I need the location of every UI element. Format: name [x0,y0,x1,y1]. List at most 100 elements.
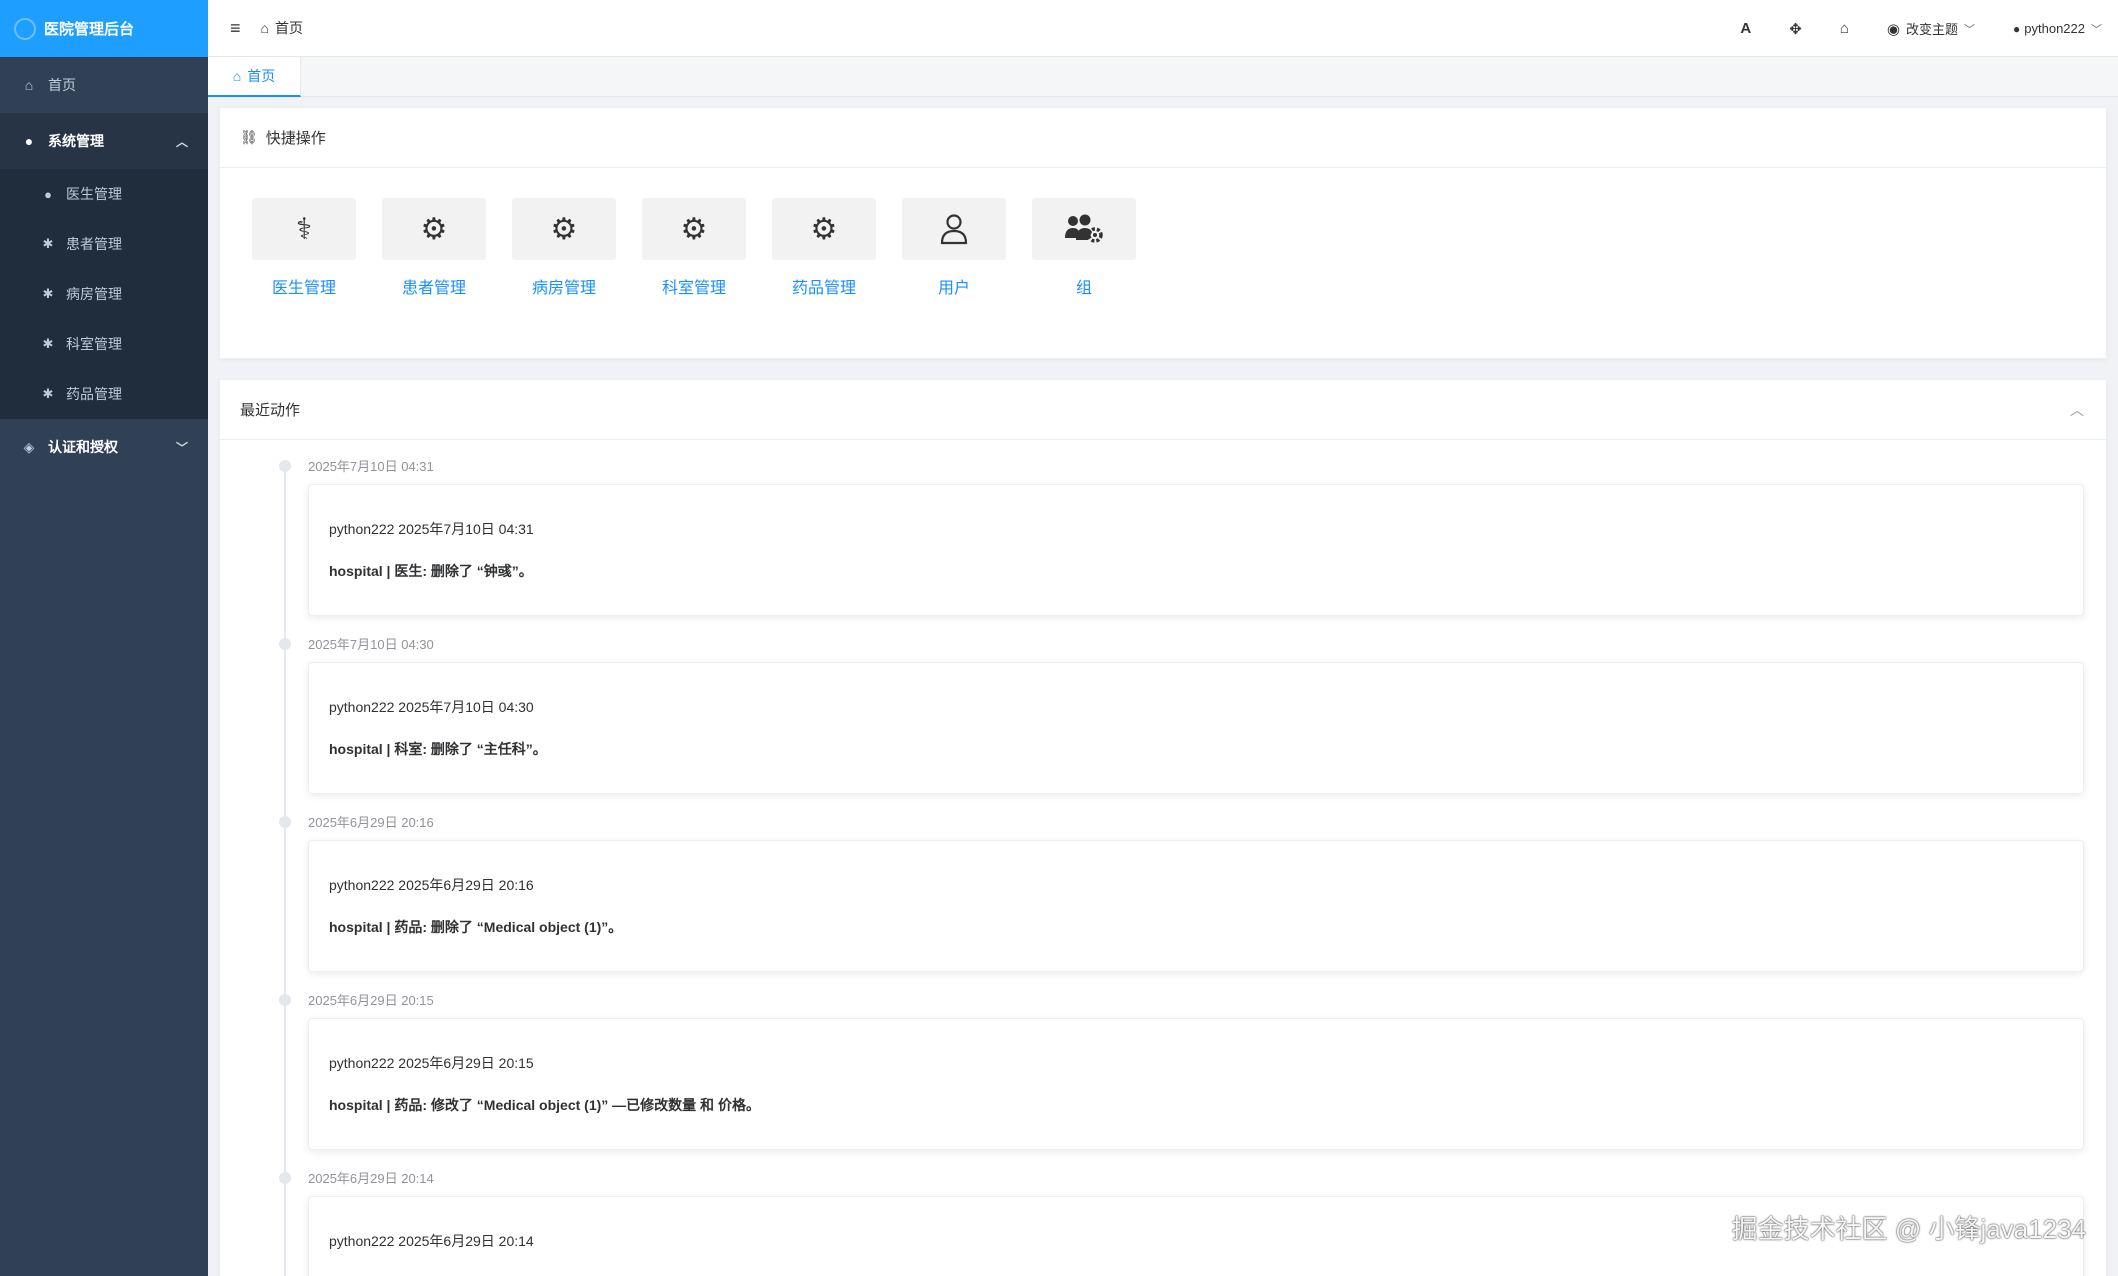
sidebar-group-label: 认证和授权 [48,439,118,455]
recent-actions-header: 最近动作 ︿ [220,380,2106,440]
palette-icon: ◉ [1886,20,1900,38]
app-logo[interactable]: 医院管理后台 [0,0,208,57]
action-message[interactable]: hospital | 科室: 删除了 “主任科”。 [329,739,2063,759]
chevron-down-icon: ﹀ [175,440,188,455]
tab-home[interactable]: ⌂ 首页 [208,57,301,97]
link-icon: ⛓ [240,129,258,145]
shortcut-label: 药品管理 [791,280,856,297]
theme-dropdown[interactable]: ◉ 改变主题 ﹀ [1887,19,1975,38]
user-outline-icon [940,214,968,245]
sidebar-submenu-system: ● 医生管理 ✱ 患者管理 ✱ 病房管理 ✱ 科室管理 ✱ 药品管理 [0,169,208,419]
shortcut-medicine[interactable]: ⚙ 药品管理 [772,198,876,298]
shortcut-patient[interactable]: ⚙ 患者管理 [382,198,486,298]
collapse-icon[interactable]: ︿ [2070,400,2084,420]
timeline-time: 2025年7月10日 04:30 [308,637,434,652]
shortcut-label: 医生管理 [271,280,336,297]
shortcut-group[interactable]: 组 [1032,198,1136,298]
sidebar-item-label: 药品管理 [66,386,122,402]
app-title: 医院管理后台 [44,21,135,38]
quick-actions-card: ⛓ 快捷操作 ⚕ 医生管理 ⚙ 患者管理 ⚙ 病房管理 ⚙ 科室管理 ⚙ 药品管… [219,107,2107,359]
user-icon [902,198,1006,260]
timeline-time: 2025年7月10日 04:31 [308,459,434,474]
user-icon: ● [44,186,52,202]
user-name: python222 [2024,21,2085,36]
timeline-card: python222 2025年7月10日 04:31 hospital | 医生… [308,484,2084,616]
sidebar-item-label: 医生管理 [66,186,122,202]
user-dropdown[interactable]: ● python222 ﹀ [2013,21,2102,37]
users-gear-svg [1065,214,1103,243]
logo-icon [14,17,36,40]
timeline-card: python222 2025年6月29日 20:15 hospital | 药品… [308,1018,2084,1150]
timeline-time: 2025年6月29日 20:14 [308,1171,434,1186]
sidebar-item-patient[interactable]: ✱ 患者管理 [0,219,208,269]
sidebar-item-label: 科室管理 [66,336,122,352]
timeline-dot [279,994,291,1006]
chevron-up-icon: ︿ [175,134,188,149]
watermark: 掘金技术社区 @ 小锋java1234 [1731,1214,2086,1244]
action-message[interactable]: hospital | 药品: 删除了 “Medical object (1)”。 [329,917,2063,937]
expand-icon: ✥ [1789,20,1802,38]
home-icon: ⌂ [232,68,242,84]
sidebar-item-medicine[interactable]: ✱ 药品管理 [0,369,208,419]
gear-icon: ⚙ [382,198,486,260]
shortcut-label: 科室管理 [661,280,726,297]
header-actions: A ✥ ⌂ ◉ 改变主题 ﹀ ● python222 ﹀ [1702,0,2102,57]
shortcut-list: ⚕ 医生管理 ⚙ 患者管理 ⚙ 病房管理 ⚙ 科室管理 ⚙ 药品管理 用户 组 [220,168,2106,298]
gear-icon: ✱ [42,286,54,301]
sidebar-item-label: 病房管理 [66,286,122,302]
sidebar-item-label: 首页 [48,77,76,93]
timeline-dot [279,638,291,650]
timeline-dot [279,460,291,472]
font-size-button[interactable]: A [1740,20,1751,37]
tabs-bar: ⌂ 首页 [208,57,2118,97]
user-icon: ● [2013,21,2021,36]
shortcut-user[interactable]: 用户 [902,198,1006,298]
sidebar-item-ward[interactable]: ✱ 病房管理 [0,269,208,319]
gear-icon: ⚙ [512,198,616,260]
breadcrumb-item[interactable]: 首页 [275,18,303,38]
timeline-dot [279,816,291,828]
action-message[interactable]: hospital | 医生: 删除了 “钟彧”。 [329,561,2063,581]
home-button[interactable]: ⌂ [1840,20,1849,37]
timeline-line [284,467,286,1276]
shortcut-ward[interactable]: ⚙ 病房管理 [512,198,616,298]
timeline-card: python222 2025年6月29日 20:16 hospital | 药品… [308,840,2084,972]
gear-icon: ✱ [42,336,54,351]
action-meta: python222 2025年7月10日 04:31 [329,521,534,537]
shortcut-label: 病房管理 [531,280,596,297]
gear-icon: ✱ [42,236,54,251]
action-message[interactable]: hospital | 药品: 修改了 “Medical object (1)” … [329,1095,2063,1115]
top-header: ≡ ⌂ 首页 A ✥ ⌂ ◉ 改变主题 ﹀ ● python222 ﹀ [208,0,2118,57]
shortcut-department[interactable]: ⚙ 科室管理 [642,198,746,298]
recent-actions-card: 最近动作 ︿ 2025年7月10日 04:31 python222 2025年7… [219,379,2107,1276]
chevron-down-icon: ﹀ [1964,23,1976,36]
shortcut-label: 用户 [937,280,970,297]
sidebar-item-doctor[interactable]: ● 医生管理 [0,169,208,219]
gear-icon: ⚙ [642,198,746,260]
theme-label: 改变主题 [1906,22,1959,37]
timeline-time: 2025年6月29日 20:15 [308,993,434,1008]
card-title: 快捷操作 [265,130,326,147]
timeline-dot [279,1172,291,1184]
shortcut-label: 组 [1075,280,1092,297]
timeline-time: 2025年6月29日 20:16 [308,815,434,830]
users-gear-icon [1032,198,1136,260]
sidebar-item-label: 患者管理 [66,236,122,252]
tab-label: 首页 [247,68,276,84]
sidebar-item-home[interactable]: ⌂ 首页 [0,57,208,113]
user-doctor-icon: ⚕ [252,198,356,260]
sidebar-group-system[interactable]: ● 系统管理 ︿ [0,113,208,169]
quick-actions-header: ⛓ 快捷操作 [220,108,2106,168]
shortcut-doctor[interactable]: ⚕ 医生管理 [252,198,356,298]
sidebar-group-auth[interactable]: ◈ 认证和授权 ﹀ [0,419,208,475]
action-meta: python222 2025年7月10日 04:30 [329,699,534,715]
sidebar-item-department[interactable]: ✱ 科室管理 [0,319,208,369]
action-meta: python222 2025年6月29日 20:15 [329,1055,534,1071]
timeline-card: python222 2025年7月10日 04:30 hospital | 科室… [308,662,2084,794]
home-icon: ⌂ [260,20,269,36]
menu-toggle-icon[interactable]: ≡ [230,18,241,39]
gear-icon: ⚙ [772,198,876,260]
sidebar: 医院管理后台 ⌂ 首页 ● 系统管理 ︿ ● 医生管理 ✱ 患者管理 ✱ 病房管… [0,0,208,1276]
fullscreen-button[interactable]: ✥ [1789,20,1802,38]
action-meta: python222 2025年6月29日 20:16 [329,877,534,893]
